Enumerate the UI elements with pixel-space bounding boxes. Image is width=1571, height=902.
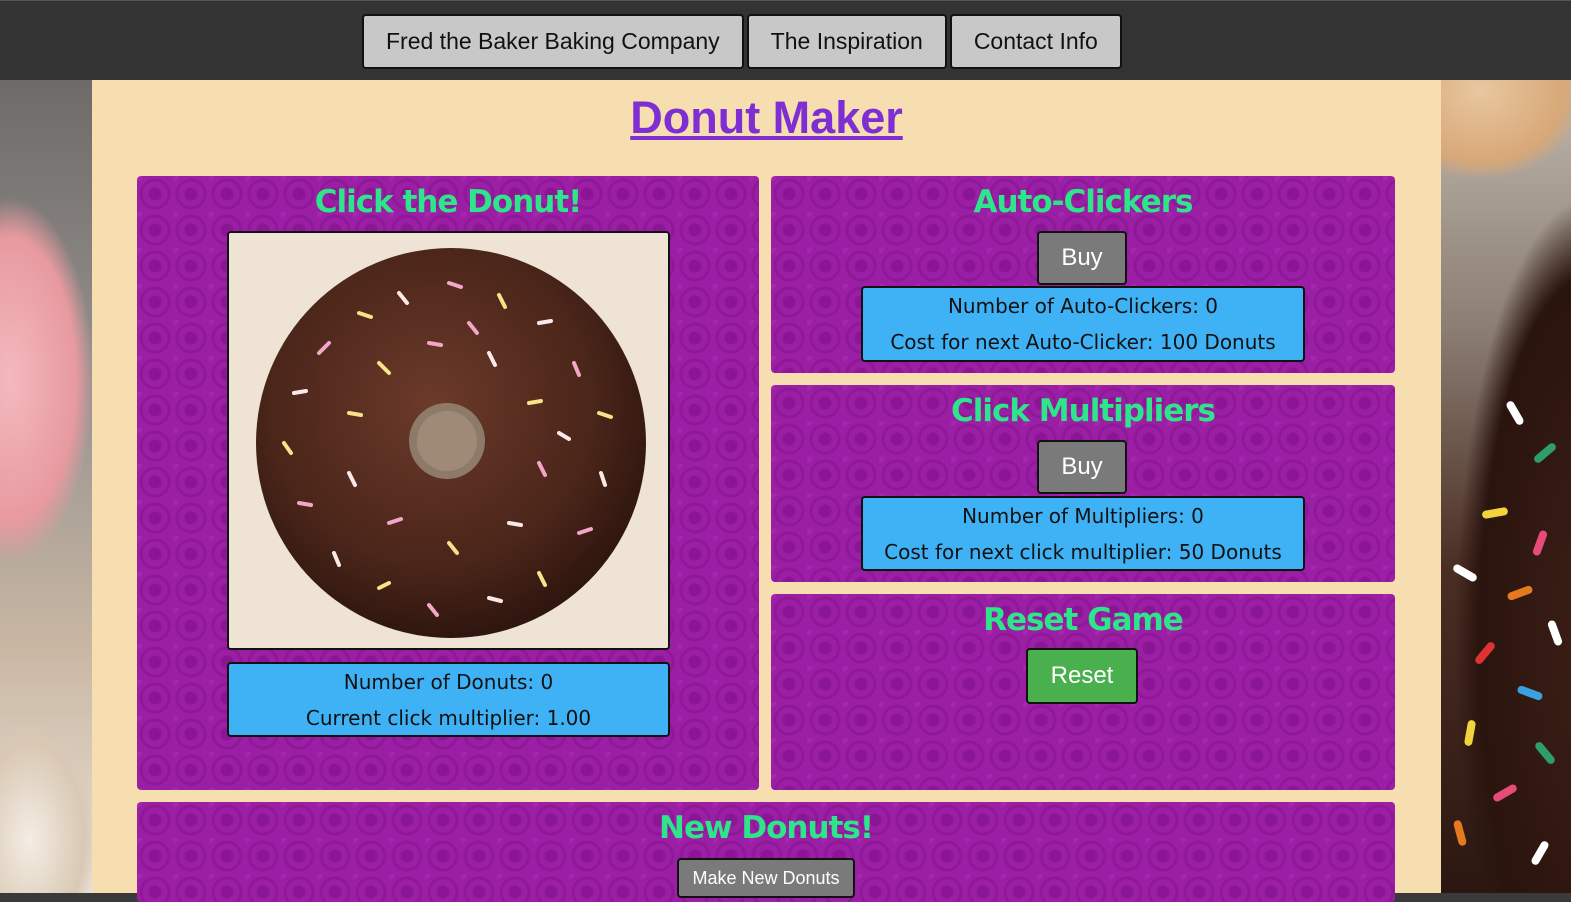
donut-image-button[interactable] [227, 231, 670, 650]
click-donut-heading: Click the Donut! [314, 184, 583, 220]
nav-button-inspiration[interactable]: The Inspiration [746, 14, 947, 69]
auto-clickers-panel: Auto-Clickers Buy Number of Auto-Clicker… [771, 176, 1395, 373]
nav-button-company[interactable]: Fred the Baker Baking Company [362, 14, 744, 69]
buy-auto-clicker-button[interactable]: Buy [1037, 231, 1127, 285]
auto-clicker-cost-text: Cost for next Auto-Clicker: 100 Donuts [890, 330, 1276, 354]
donut-stats-box: Number of Donuts: 0 Current click multip… [227, 662, 670, 737]
donut-icon [229, 233, 668, 648]
make-new-donuts-button[interactable]: Make New Donuts [677, 858, 855, 898]
auto-clicker-stats-box: Number of Auto-Clickers: 0 Cost for next… [861, 286, 1305, 362]
nav-button-contact[interactable]: Contact Info [949, 14, 1122, 69]
background-photo-right [1441, 80, 1571, 893]
reset-game-panel: Reset Game Reset [771, 594, 1395, 790]
new-donuts-heading: New Donuts! [659, 810, 874, 846]
multiplier-stats-box: Number of Multipliers: 0 Cost for next c… [861, 496, 1305, 571]
reset-game-heading: Reset Game [983, 602, 1184, 638]
multiplier-count-text: Number of Multipliers: 0 [962, 504, 1204, 528]
auto-clickers-heading: Auto-Clickers [973, 184, 1194, 220]
donut-count-text: Number of Donuts: 0 [343, 670, 554, 694]
click-multipliers-heading: Click Multipliers [951, 393, 1216, 429]
top-nav-bar: Fred the Baker Baking Company The Inspir… [0, 0, 1571, 80]
auto-clicker-count-text: Number of Auto-Clickers: 0 [947, 294, 1219, 318]
main-content: Donut Maker Click the Donut! Number of D… [92, 80, 1441, 902]
click-multipliers-panel: Click Multipliers Buy Number of Multipli… [771, 385, 1395, 582]
buy-multiplier-button[interactable]: Buy [1037, 440, 1127, 494]
nav-button-group: Fred the Baker Baking Company The Inspir… [362, 14, 1122, 69]
reset-button[interactable]: Reset [1026, 648, 1138, 704]
background-photo-left [0, 80, 92, 893]
click-multiplier-text: Current click multiplier: 1.00 [305, 706, 592, 730]
new-donuts-panel: New Donuts! Make New Donuts [137, 802, 1395, 902]
multiplier-cost-text: Cost for next click multiplier: 50 Donut… [884, 540, 1282, 564]
click-donut-panel: Click the Donut! Number of Donuts: 0 Cur… [137, 176, 759, 790]
page-title[interactable]: Donut Maker [92, 90, 1441, 146]
